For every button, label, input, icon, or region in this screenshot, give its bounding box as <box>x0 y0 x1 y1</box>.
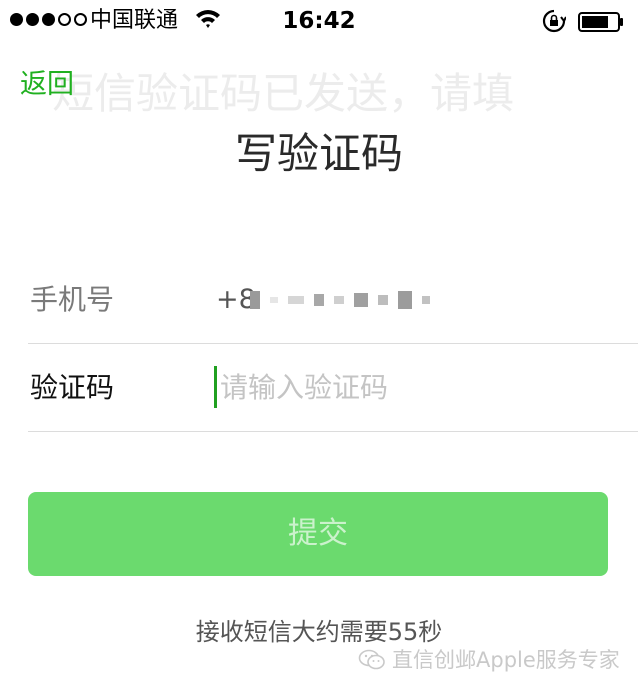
page-title-line1: 短信验证码已发送，请填 <box>52 69 515 118</box>
page-title-line2: 写验证码 <box>234 129 403 178</box>
watermark: 直信创邺Apple服务专家 <box>358 644 620 676</box>
phone-number-masked <box>250 290 430 310</box>
text-caret <box>214 366 217 408</box>
code-row: 验证码 <box>28 344 638 432</box>
submit-button[interactable]: 提交 <box>28 492 608 576</box>
verification-code-input[interactable] <box>214 364 614 410</box>
phone-label: 手机号 <box>30 283 115 316</box>
wechat-icon <box>358 649 385 670</box>
divider <box>28 431 638 432</box>
watermark-text: 直信创邺Apple服务专家 <box>392 648 620 672</box>
status-bar: 中国联通 16:42 <box>0 0 638 44</box>
rotation-lock-icon <box>542 9 566 33</box>
battery-icon <box>578 12 623 32</box>
back-button[interactable]: 返回 <box>20 68 74 102</box>
submit-label: 提交 <box>288 516 348 551</box>
phone-row: 手机号 +8 <box>28 256 638 344</box>
code-label: 验证码 <box>30 371 115 404</box>
verify-code-screen: 中国联通 16:42 短信验证码已发送，请填 返回 写验证码 手机号 +8 验证… <box>0 0 638 691</box>
